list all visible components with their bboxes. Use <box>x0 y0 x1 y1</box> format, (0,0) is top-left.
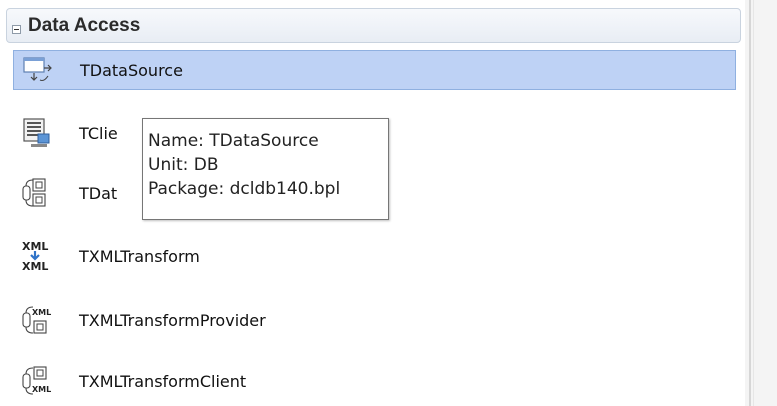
category-title: Data Access <box>28 15 141 36</box>
palette-item-label: TXMLTransformClient <box>79 371 247 391</box>
palette-item-label: TXMLTransformProvider <box>79 310 266 330</box>
svg-text:XML: XML <box>32 385 51 394</box>
palette-item-txmltransformclient[interactable]: XML TXMLTransformClient <box>13 361 736 401</box>
tooltip-package-line: Package: dcldb140.bpl <box>148 179 341 199</box>
svg-text:XML: XML <box>32 308 51 317</box>
datasource-icon <box>22 55 54 87</box>
dataset-provider-icon <box>21 177 53 209</box>
tooltip-name-line: Name: TDataSource <box>148 131 319 151</box>
palette-item-tdatasource[interactable]: TDataSource <box>13 50 736 90</box>
collapse-toggle-icon[interactable] <box>12 25 21 34</box>
svg-text:XML: XML <box>22 260 48 272</box>
palette-item-label: TDat <box>79 183 118 203</box>
xml-transform-provider-icon: XML <box>21 304 53 336</box>
tooltip-unit-line: Unit: DB <box>148 155 219 175</box>
component-tooltip: Name: TDataSource Unit: DB Package: dcld… <box>142 118 389 220</box>
xml-transform-client-icon: XML <box>21 365 53 397</box>
panel-divider-secondary <box>753 0 754 406</box>
palette-item-label: TXMLTransform <box>79 246 200 266</box>
xml-transform-icon: XML XML <box>21 240 53 273</box>
panel-divider <box>749 0 751 406</box>
palette-item-label: TClie <box>79 123 118 143</box>
palette-item-label: TDataSource <box>80 60 183 80</box>
client-dataset-icon <box>21 117 53 149</box>
palette-item-txmltransformprovider[interactable]: XML TXMLTransformProvider <box>13 300 736 340</box>
palette-item-txmltransform[interactable]: XML XML TXMLTransform <box>13 236 736 276</box>
tool-palette: Data Access TDataSource TClie TDat XML X… <box>0 0 745 406</box>
